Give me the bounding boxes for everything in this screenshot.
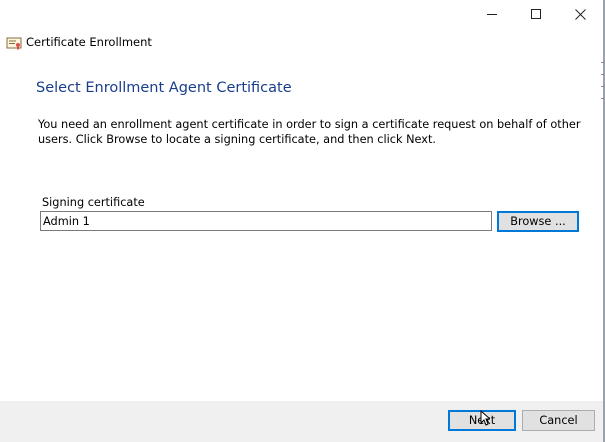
signing-certificate-label: Signing certificate	[42, 196, 145, 209]
browse-button[interactable]: Browse ...	[497, 211, 579, 232]
page-description: You need an enrollment agent certificate…	[38, 118, 581, 146]
window-title: Certificate Enrollment	[26, 35, 152, 49]
cancel-button[interactable]: Cancel	[522, 410, 595, 431]
minimize-icon	[486, 13, 497, 15]
signing-certificate-input[interactable]	[40, 211, 492, 231]
maximize-icon	[530, 8, 541, 19]
background-window-mark	[601, 74, 605, 75]
background-window-mark	[601, 86, 605, 87]
background-window-mark	[601, 62, 605, 63]
close-button[interactable]	[558, 0, 602, 28]
minimize-button[interactable]	[470, 0, 514, 28]
background-window-mark	[601, 98, 605, 99]
certificate-icon	[6, 37, 22, 50]
mouse-cursor-icon	[480, 410, 490, 426]
page-title: Select Enrollment Agent Certificate	[36, 80, 292, 96]
certificate-enrollment-window: Certificate Enrollment Select Enrollment…	[0, 0, 605, 442]
maximize-button[interactable]	[514, 0, 558, 28]
close-icon	[574, 8, 586, 20]
